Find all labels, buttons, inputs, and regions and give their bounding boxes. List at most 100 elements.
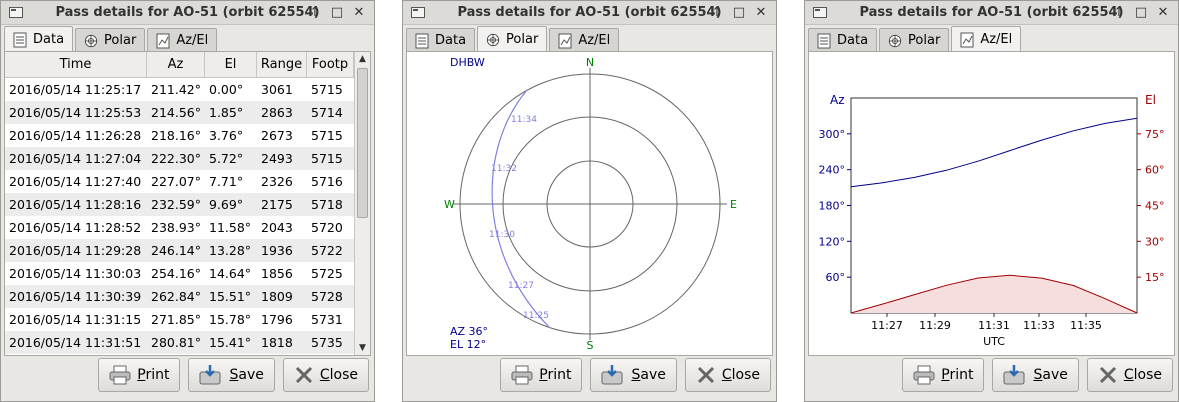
tab-data-label: Data [33,32,65,47]
tab-azel[interactable]: Az/El [549,28,620,52]
table-row[interactable]: 2016/05/14 11:27:40 227.07° 7.71° 2326 5716 [5,170,354,193]
cell-footprint: 5715 [311,128,343,143]
tab-azel[interactable]: Az/El [951,26,1022,52]
cell-time: 2016/05/14 11:26:28 [9,128,142,143]
keep-above-button[interactable]: ↑ [708,4,726,22]
graph-icon [960,32,974,47]
right-tick-label: 15° [1145,271,1165,284]
cell-el: 15.78° [209,312,252,327]
polar-icon [888,34,902,47]
tab-data[interactable]: Data [406,28,476,52]
tab-bar: Data Polar Az/El [4,26,218,52]
printer-icon [913,365,935,385]
tab-polar-label: Polar [104,33,137,48]
table-row[interactable]: 2016/05/14 11:30:03 254.16° 14.64° 1856 5725 [5,262,354,285]
tab-data[interactable]: Data [808,28,878,52]
x-axis-label: UTC [983,335,1005,348]
table-row[interactable]: 2016/05/14 11:25:17 211.42° 0.00° 3061 5715 [5,78,354,101]
keep-above-button[interactable]: ↑ [1110,4,1128,22]
cell-footprint: 5722 [311,243,343,258]
close-window-button[interactable]: ✕ [752,4,770,22]
satellite-track [491,89,551,329]
table-row[interactable]: 2016/05/14 11:26:28 218.16° 3.76° 2673 5715 [5,124,354,147]
scroll-down-arrow-icon[interactable]: ▼ [355,341,370,355]
cell-range: 2175 [261,197,293,212]
close-button[interactable]: Close [684,358,771,392]
print-button[interactable]: Print [98,358,181,392]
tab-azel[interactable]: Az/El [147,28,218,52]
document-icon [13,32,27,47]
pass-details-window-azel: Pass details for AO-51 (orbit 62554) ↑ □… [804,0,1179,402]
column-header-az[interactable]: Az [147,52,205,78]
titlebar[interactable]: Pass details for AO-51 (orbit 62554) ↑ □… [805,1,1178,25]
right-axis-label: El [1145,93,1156,107]
graph-icon [156,33,170,48]
cell-footprint: 5718 [311,197,343,212]
cell-range: 2326 [261,174,293,189]
cell-el: 11.58° [209,220,252,235]
tab-polar[interactable]: Polar [879,28,950,52]
maximize-button[interactable]: □ [1132,4,1150,22]
titlebar[interactable]: Pass details for AO-51 (orbit 62554) ↑ □… [403,1,776,25]
column-header-time[interactable]: Time [5,52,147,78]
tab-polar[interactable]: Polar [75,28,146,52]
cell-time: 2016/05/14 11:28:52 [9,220,142,235]
x-tick-label: 11:31 [978,319,1010,332]
cursor-elevation: EL 12° [450,338,486,351]
save-button-label: Save [229,367,264,383]
keep-above-button[interactable]: ↑ [306,4,324,22]
table-header: Time Az El Range Footp [5,52,354,78]
save-icon [199,365,221,385]
left-tick-label: 240° [819,164,846,177]
cell-el: 14.64° [209,266,252,281]
tab-polar-label: Polar [506,32,539,47]
polar-plot[interactable]: N S E W DHBW 11:34 11:32 11:30 11:27 11:… [407,52,774,355]
table-row[interactable]: 2016/05/14 11:29:28 246.14° 13.28° 1936 5722 [5,239,354,262]
compass-north: N [586,56,594,69]
azel-chart[interactable]: Az El UTC 60° 120° 180° 240° 300° 15° 30° 45° 6… [809,52,1176,355]
close-button-label: Close [319,367,358,383]
save-button[interactable]: Save [992,358,1079,392]
titlebar[interactable]: Pass details for AO-51 (orbit 62554) ↑ □… [1,1,374,25]
table-row[interactable]: 2016/05/14 11:28:52 238.93° 11.58° 2043 5720 [5,216,354,239]
cell-time: 2016/05/14 11:30:39 [9,289,142,304]
column-header-el[interactable]: El [205,52,257,78]
column-header-range[interactable]: Range [257,52,307,78]
close-window-button[interactable]: ✕ [350,4,368,22]
maximize-button[interactable]: □ [730,4,748,22]
save-button[interactable]: Save [188,358,275,392]
table-row[interactable]: 2016/05/14 11:31:15 271.85° 15.78° 1796 5731 [5,308,354,331]
close-window-button[interactable]: ✕ [1154,4,1172,22]
document-icon [817,33,831,48]
close-x-icon [697,366,714,384]
track-time-label: 11:27 [508,281,534,291]
tab-data[interactable]: Data [4,26,74,52]
tab-bar: Data Polar Az/El [808,26,1022,52]
cell-el: 0.00° [209,82,244,97]
maximize-button[interactable]: □ [328,4,346,22]
cell-az: 262.84° [151,289,201,304]
vertical-scrollbar[interactable]: ▲ ▼ [354,52,370,355]
pass-data-table[interactable]: Time Az El Range Footp 2016/05/14 11:25:… [5,52,354,354]
cell-time: 2016/05/14 11:30:03 [9,266,142,281]
table-row[interactable]: 2016/05/14 11:27:04 222.30° 5.72° 2493 5715 [5,147,354,170]
close-button[interactable]: Close [282,358,369,392]
tab-data-label: Data [837,33,869,48]
close-button[interactable]: Close [1086,358,1173,392]
save-button-label: Save [1033,367,1068,383]
table-row[interactable]: 2016/05/14 11:30:39 262.84° 15.51° 1809 5728 [5,285,354,308]
save-button[interactable]: Save [590,358,677,392]
tab-polar[interactable]: Polar [477,26,548,52]
table-row[interactable]: 2016/05/14 11:25:53 214.56° 1.85° 2863 5714 [5,101,354,124]
scroll-up-arrow-icon[interactable]: ▲ [355,52,370,66]
column-header-footprint[interactable]: Footp [307,52,354,78]
table-row[interactable]: 2016/05/14 11:28:16 232.59° 9.69° 2175 5718 [5,193,354,216]
x-tick-label: 11:29 [919,319,951,332]
print-button[interactable]: Print [902,358,985,392]
track-time-label: 11:25 [523,311,549,321]
close-button-label: Close [1123,367,1162,383]
print-button[interactable]: Print [500,358,583,392]
table-row[interactable]: 2016/05/14 11:31:51 280.81° 15.41° 1818 5735 [5,331,354,354]
scroll-thumb[interactable] [357,68,368,218]
right-tick-label: 75° [1145,128,1165,141]
